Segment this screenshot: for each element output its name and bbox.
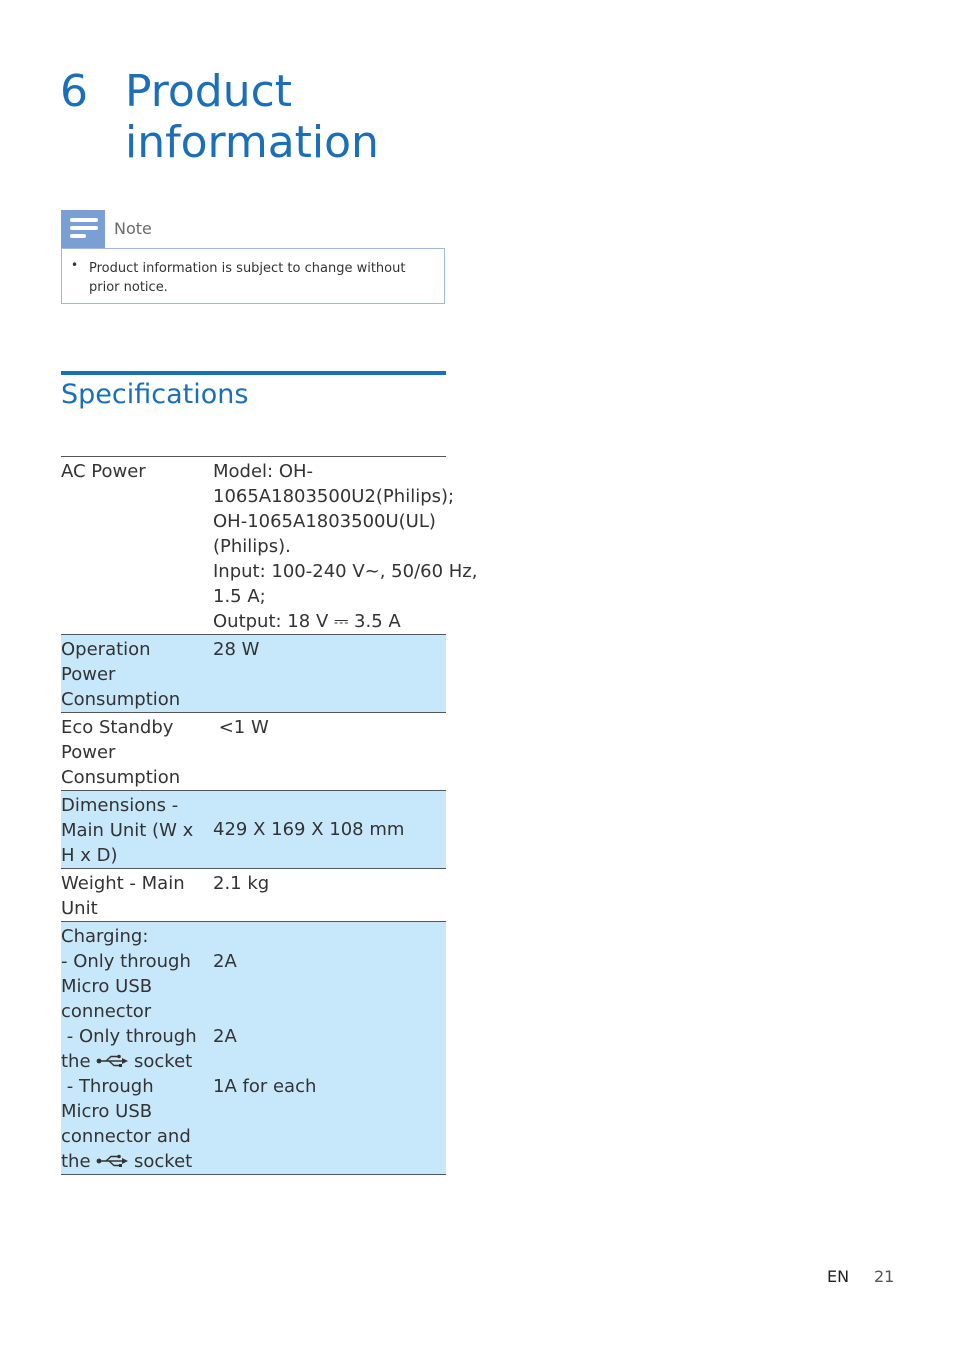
note-text: Product information is subject to change… xyxy=(89,261,406,295)
usb-icon xyxy=(96,1054,129,1067)
footer-language: EN xyxy=(827,1267,850,1286)
spec-label: AC Power xyxy=(61,456,213,635)
section-rule xyxy=(61,371,446,375)
spec-label: Charging: - Only through Micro USB conne… xyxy=(61,921,213,1175)
note-label: Note xyxy=(114,219,152,238)
table-row: Dimensions - Main Unit (W x H x D) 429 X… xyxy=(61,790,446,869)
table-row: AC Power Model: OH- 1065A1803500U2(Phili… xyxy=(61,456,477,635)
spec-value: 28 W xyxy=(213,634,446,713)
section-heading: Specifications xyxy=(61,379,249,410)
spec-value: 2A 2A 1A for each xyxy=(213,921,446,1175)
spec-label: Dimensions - Main Unit (W x H x D) xyxy=(61,790,213,869)
note-icon xyxy=(61,210,105,248)
table-row: Operation Power Consumption 28 W xyxy=(61,634,446,713)
note-bullet: • xyxy=(71,258,79,272)
usb-icon xyxy=(96,1154,129,1167)
table-row: Charging: - Only through Micro USB conne… xyxy=(61,921,446,1175)
spec-value: Model: OH- 1065A1803500U2(Philips); OH-1… xyxy=(213,456,477,635)
chapter-number: 6 xyxy=(60,66,88,117)
spec-table: AC Power Model: OH- 1065A1803500U2(Phili… xyxy=(61,456,477,1175)
table-row: Eco Standby Power Consumption <1 W xyxy=(61,712,446,791)
spec-value: 2.1 kg xyxy=(213,868,446,922)
spec-label: Eco Standby Power Consumption xyxy=(61,712,213,791)
spec-label: Weight - Main Unit xyxy=(61,868,213,922)
spec-label: Operation Power Consumption xyxy=(61,634,213,713)
spec-value: <1 W xyxy=(213,712,446,791)
page-number: 21 xyxy=(874,1267,895,1286)
table-row: Weight - Main Unit 2.1 kg xyxy=(61,868,446,922)
spec-value: 429 X 169 X 108 mm xyxy=(213,790,446,869)
chapter-title: Product information xyxy=(125,66,379,168)
